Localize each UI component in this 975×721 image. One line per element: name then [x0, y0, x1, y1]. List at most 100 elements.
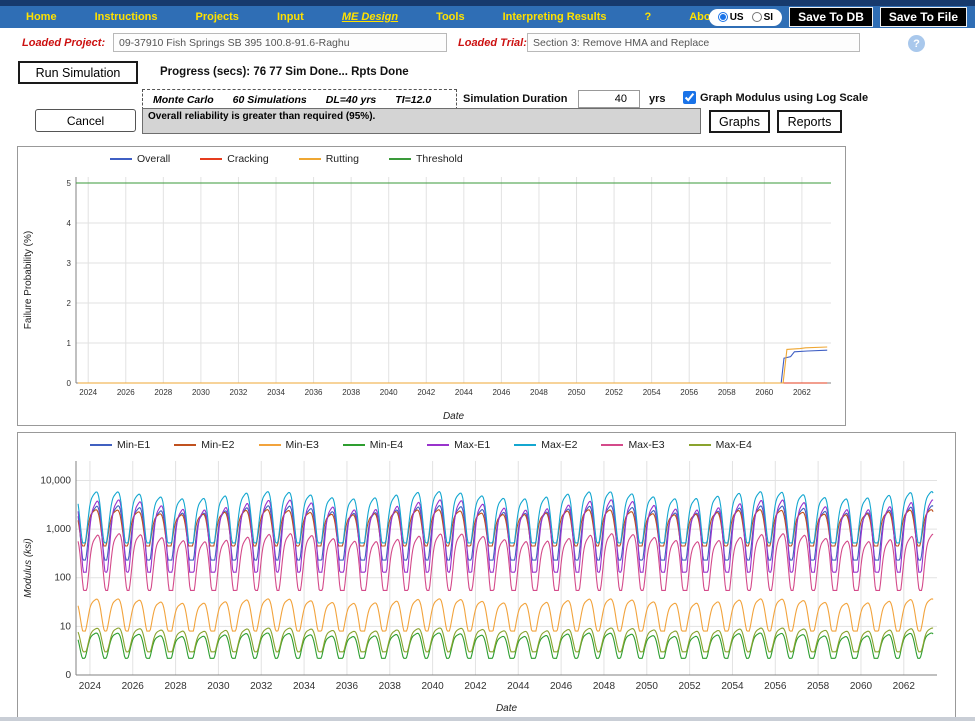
nav-item-instructions[interactable]: Instructions	[95, 11, 158, 23]
svg-text:2062: 2062	[793, 388, 811, 397]
legend-swatch-threshold	[388, 158, 411, 160]
failure-probability-chart: 2024 2026 2028 2030 2032 2034 2036 2038 2040 2042…	[23, 177, 831, 422]
svg-text:2046: 2046	[550, 681, 573, 692]
svg-text:Date: Date	[443, 411, 465, 422]
legend-label-max-e3: Max-E3	[628, 439, 665, 451]
legend-swatch-min-e4	[342, 444, 365, 446]
svg-text:Failure Probability (%): Failure Probability (%)	[23, 231, 34, 329]
svg-text:2028: 2028	[164, 681, 187, 692]
run-simulation-button[interactable]: Run Simulation	[18, 61, 138, 84]
svg-text:2048: 2048	[530, 388, 548, 397]
modulus-chart: 2024 2026 2028 2030 2032 2034 2036 2038 2040 2042…	[23, 461, 937, 714]
svg-text:0: 0	[67, 379, 72, 388]
svg-text:2032: 2032	[230, 388, 248, 397]
svg-text:100: 100	[54, 573, 71, 584]
svg-text:2056: 2056	[680, 388, 698, 397]
legend-label-min-e3: Min-E3	[285, 439, 319, 451]
legend-label-rutting: Rutting	[325, 153, 359, 165]
progress-status: Progress (secs): 76 77 Sim Done... Rpts …	[160, 66, 409, 78]
nav-item-me-design[interactable]: ME Design	[342, 11, 398, 23]
svg-text:2: 2	[67, 299, 72, 308]
svg-text:5: 5	[67, 179, 72, 188]
mc-mode: Monte Carlo	[153, 93, 214, 106]
nav-item-help[interactable]: ?	[644, 11, 651, 23]
loaded-project-field[interactable]	[113, 33, 447, 52]
reliability-status-message: Overall reliability is greater than requ…	[142, 108, 701, 134]
svg-text:2054: 2054	[643, 388, 661, 397]
legend-swatch-min-e2	[174, 444, 197, 446]
nav-item-interpreting-results[interactable]: Interpreting Results	[503, 11, 607, 23]
nav-item-input[interactable]: Input	[277, 11, 304, 23]
save-to-db-button[interactable]: Save To DB	[789, 7, 873, 27]
unit-us-label: US	[729, 11, 744, 23]
mc-design-life: DL=40 yrs	[325, 93, 377, 106]
svg-text:2050: 2050	[636, 681, 659, 692]
simulation-duration-input[interactable]	[578, 90, 640, 108]
svg-text:Date: Date	[496, 703, 518, 714]
svg-text:2034: 2034	[267, 388, 285, 397]
nav-item-tools[interactable]: Tools	[436, 11, 465, 23]
unit-si-label: SI	[763, 11, 774, 23]
svg-text:2038: 2038	[342, 388, 360, 397]
legend-label-max-e1: Max-E1	[454, 439, 491, 451]
legend-swatch-overall	[110, 158, 132, 160]
nav-item-projects[interactable]: Projects	[196, 11, 239, 23]
legend-label-cracking: Cracking	[227, 153, 269, 165]
log-scale-toggle[interactable]: Graph Modulus using Log Scale	[683, 91, 868, 104]
unit-si-option[interactable]: SI	[751, 11, 774, 23]
graphs-button[interactable]: Graphs	[709, 110, 770, 133]
nav-right: US SI Save To DB Save To File	[708, 7, 967, 27]
svg-text:2036: 2036	[305, 388, 323, 397]
help-icon[interactable]: ?	[908, 35, 925, 52]
svg-text:10: 10	[60, 621, 72, 632]
svg-text:2034: 2034	[293, 681, 316, 692]
legend-swatch-min-e3	[258, 444, 281, 446]
svg-text:2046: 2046	[492, 388, 510, 397]
unit-us-radio[interactable]	[717, 12, 728, 22]
legend-item-cracking: Cracking	[200, 153, 269, 165]
svg-text:2028: 2028	[154, 388, 172, 397]
log-scale-label: Graph Modulus using Log Scale	[700, 91, 869, 104]
page-bottom-strip	[0, 717, 975, 721]
svg-text:2050: 2050	[568, 388, 586, 397]
legend-swatch-cracking	[200, 158, 223, 160]
svg-text:2058: 2058	[807, 681, 830, 692]
log-scale-checkbox[interactable]	[683, 91, 696, 104]
svg-text:2056: 2056	[764, 681, 787, 692]
modulus-chart-panel: Min-E1 Min-E2 Min-E3 Min-E4 Max-E1 Max-E2 Max-…	[17, 432, 956, 718]
mc-simulations: 60 Simulations	[232, 93, 307, 106]
legend-swatch-max-e4	[688, 444, 711, 446]
save-to-file-button[interactable]: Save To File	[879, 7, 967, 27]
monte-carlo-summary: Monte Carlo 60 Simulations DL=40 yrs TI=…	[142, 89, 457, 110]
legend-item-max-e3: Max-E3	[601, 439, 665, 451]
legend-swatch-max-e3	[601, 444, 624, 446]
svg-text:2036: 2036	[336, 681, 359, 692]
svg-text:0: 0	[65, 670, 71, 681]
unit-si-radio[interactable]	[751, 12, 762, 22]
svg-text:Modulus (ksi): Modulus (ksi)	[23, 538, 34, 597]
cancel-button[interactable]: Cancel	[35, 109, 136, 132]
svg-text:2062: 2062	[893, 681, 916, 692]
svg-text:2024: 2024	[79, 388, 97, 397]
modulus-chart-legend: Min-E1 Min-E2 Min-E3 Min-E4 Max-E1 Max-E2 Max-…	[18, 433, 955, 457]
svg-text:2030: 2030	[192, 388, 210, 397]
svg-text:2032: 2032	[250, 681, 273, 692]
svg-text:3: 3	[67, 259, 72, 268]
unit-us-option[interactable]: US	[717, 11, 744, 23]
svg-text:2024: 2024	[79, 681, 102, 692]
legend-swatch-min-e1	[90, 444, 112, 446]
legend-item-threshold: Threshold	[388, 153, 463, 165]
nav-item-home[interactable]: Home	[26, 11, 57, 23]
svg-text:2044: 2044	[455, 388, 473, 397]
svg-text:2052: 2052	[605, 388, 623, 397]
legend-label-min-e4: Min-E4	[369, 439, 404, 451]
legend-item-max-e1: Max-E1	[427, 439, 490, 451]
legend-label-min-e1: Min-E1	[117, 439, 151, 451]
reports-button[interactable]: Reports	[777, 110, 842, 133]
legend-item-max-e2: Max-E2	[514, 439, 577, 451]
loaded-trial-field[interactable]	[527, 33, 860, 52]
svg-text:2026: 2026	[117, 388, 135, 397]
svg-text:1: 1	[67, 339, 72, 348]
svg-text:2054: 2054	[721, 681, 744, 692]
legend-swatch-max-e2	[514, 444, 537, 446]
